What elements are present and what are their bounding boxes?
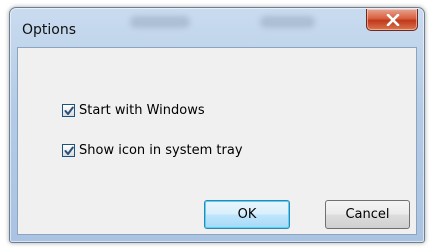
start-with-windows-checkbox[interactable] (62, 103, 75, 117)
close-button[interactable] (366, 9, 418, 31)
checkmark-icon (64, 106, 74, 115)
start-with-windows-option[interactable]: Start with Windows (62, 101, 205, 119)
show-tray-icon-label[interactable]: Show icon in system tray (79, 143, 243, 158)
show-tray-icon-option[interactable]: Show icon in system tray (62, 141, 243, 159)
cancel-button[interactable]: Cancel (325, 200, 410, 229)
ok-button[interactable]: OK (204, 200, 290, 229)
background-blur-text (260, 16, 315, 28)
options-dialog: Options Start with Windows Show icon in … (9, 7, 425, 243)
start-with-windows-label[interactable]: Start with Windows (79, 103, 205, 118)
title-bar[interactable]: Options (10, 8, 424, 48)
background-blur-text (130, 16, 190, 28)
close-icon (386, 14, 400, 26)
show-tray-icon-checkbox[interactable] (62, 143, 75, 157)
dialog-title: Options (22, 22, 77, 38)
checkmark-icon (64, 146, 74, 155)
dialog-content: Start with Windows Show icon in system t… (17, 47, 417, 235)
